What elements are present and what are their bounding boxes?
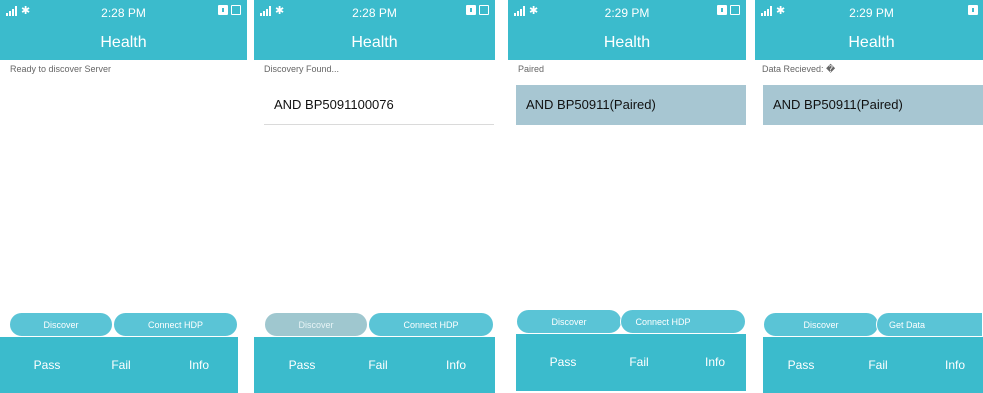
device-list-item[interactable]: AND BP5091100076: [264, 85, 494, 125]
screen-discovery-found: ✱ 2:28 PM Health Discovery Found... AND …: [254, 0, 495, 393]
screen-paired: ✱ 2:29 PM Health Paired AND BP50911(Pair…: [508, 0, 751, 393]
status-message: Ready to discover Server: [10, 64, 112, 74]
tab-fail[interactable]: Fail: [96, 337, 146, 393]
bottom-tab-bar: Pass Fail Info: [516, 334, 746, 391]
discover-button[interactable]: Discover: [9, 312, 113, 337]
tab-fail[interactable]: Fail: [614, 334, 664, 390]
tab-info[interactable]: Info: [690, 334, 740, 390]
tab-pass[interactable]: Pass: [277, 337, 327, 393]
page-title: Health: [603, 34, 651, 51]
bottom-tab-bar: Pass Fail Info: [763, 337, 983, 393]
status-icons-right: [717, 5, 740, 15]
tab-pass[interactable]: Pass: [538, 334, 588, 390]
clock: 2:28 PM: [101, 6, 146, 20]
status-icons-right: [466, 5, 489, 15]
app-header: ✱ 2:29 PM Health: [755, 0, 983, 60]
bottom-tab-bar: Pass Fail Info: [0, 337, 238, 393]
sync-icon: [218, 5, 228, 15]
get-data-button[interactable]: Get Data: [876, 312, 983, 337]
sync-icon: [968, 5, 978, 15]
sync-icon: [717, 5, 727, 15]
app-header: ✱ 2:28 PM Health: [0, 0, 247, 60]
discover-button[interactable]: Discover: [763, 312, 879, 337]
device-list-item-paired[interactable]: AND BP50911(Paired): [763, 85, 983, 125]
status-icons-right: [968, 5, 978, 15]
tab-pass[interactable]: Pass: [776, 337, 826, 393]
screen-data-received: ✱ 2:29 PM Health Data Recieved: � AND BP…: [755, 0, 983, 393]
status-message: Data Recieved: �: [762, 64, 836, 74]
clock: 2:28 PM: [352, 6, 397, 20]
tab-info[interactable]: Info: [431, 337, 481, 393]
battery-icon: [479, 5, 489, 15]
clock: 2:29 PM: [849, 6, 894, 20]
device-list-item-paired[interactable]: AND BP50911(Paired): [516, 85, 746, 125]
screen-ready: ✱ 2:28 PM Health Ready to discover Serve…: [0, 0, 247, 393]
tab-pass[interactable]: Pass: [22, 337, 72, 393]
page-title: Health: [100, 34, 147, 51]
connect-hdp-button[interactable]: Connect HDP: [368, 312, 494, 337]
connect-hdp-button[interactable]: Connect HDP: [113, 312, 238, 337]
page-title: Health: [351, 34, 398, 51]
battery-icon: [231, 5, 241, 15]
tab-fail[interactable]: Fail: [853, 337, 903, 393]
status-message: Discovery Found...: [264, 64, 340, 74]
sync-icon: [466, 5, 476, 15]
status-message: Paired: [518, 64, 545, 74]
app-header: ✱ 2:29 PM Health: [508, 0, 746, 60]
tab-info[interactable]: Info: [174, 337, 224, 393]
page-title: Health: [848, 34, 895, 51]
tab-fail[interactable]: Fail: [353, 337, 403, 393]
battery-icon: [730, 5, 740, 15]
discover-button[interactable]: Discover: [516, 309, 622, 334]
connect-hdp-button[interactable]: Connect HDP: [620, 309, 746, 334]
status-icons-right: [218, 5, 241, 15]
app-header: ✱ 2:28 PM Health: [254, 0, 495, 60]
discover-button[interactable]: Discover: [264, 312, 368, 337]
clock: 2:29 PM: [604, 6, 650, 20]
bottom-tab-bar: Pass Fail Info: [254, 337, 495, 393]
tab-info[interactable]: Info: [930, 337, 980, 393]
